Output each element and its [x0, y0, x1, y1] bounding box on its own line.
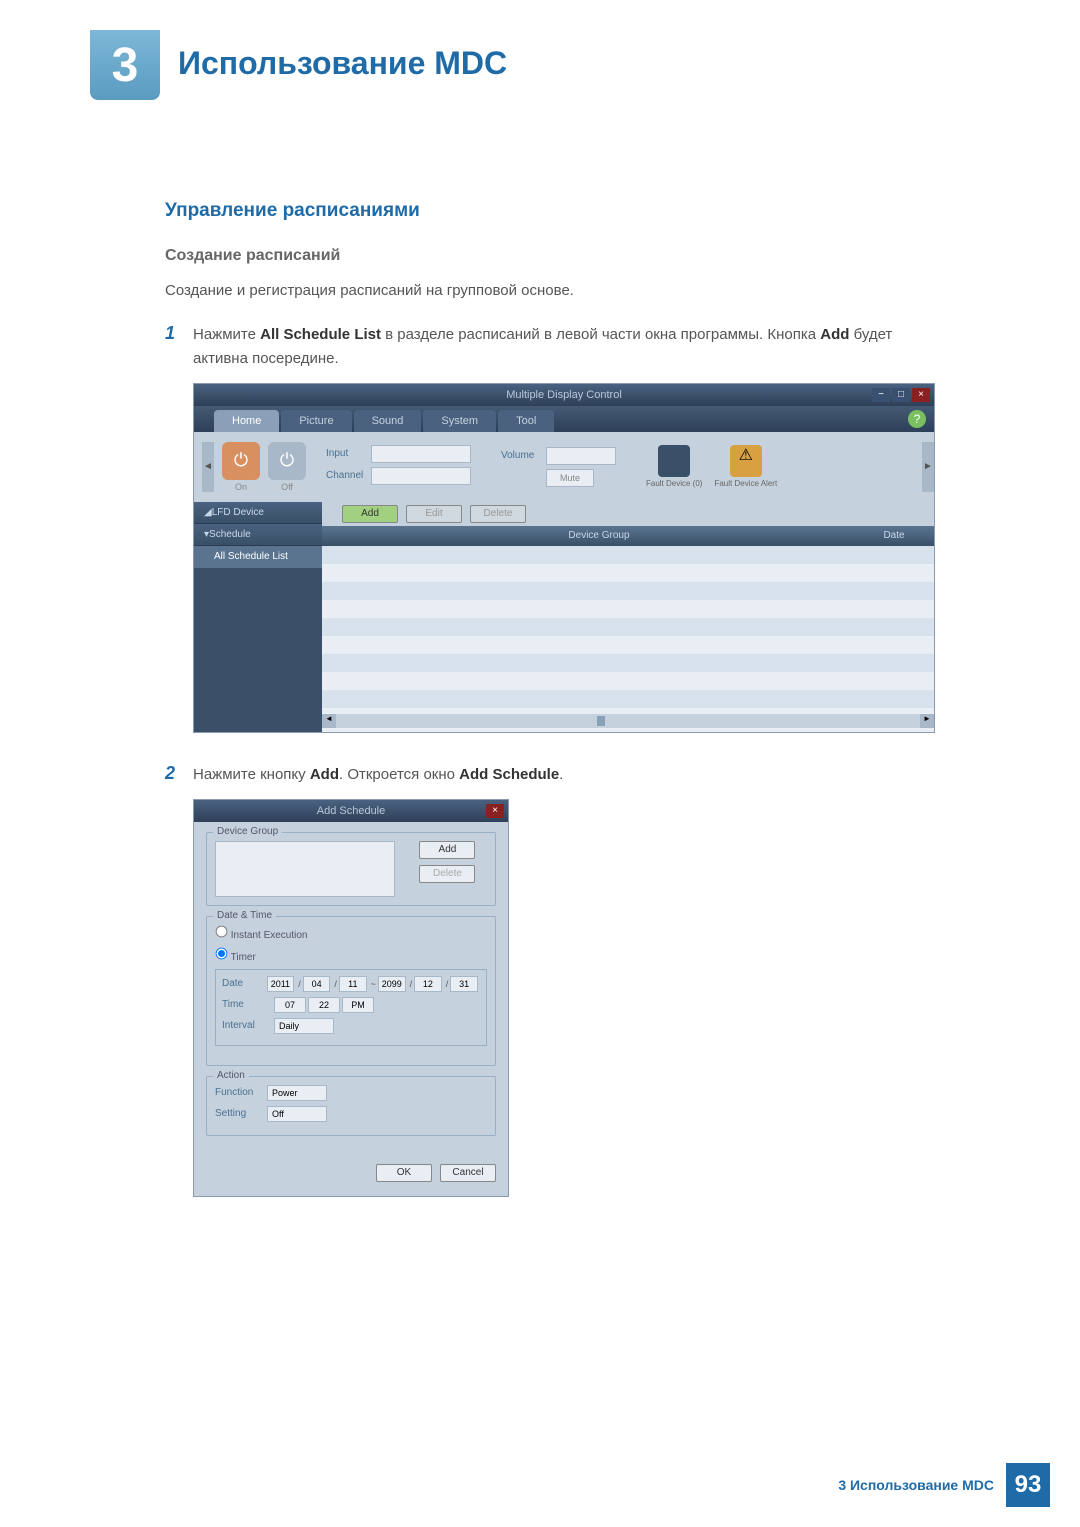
table-row[interactable] [322, 672, 934, 690]
window-title: Multiple Display Control [506, 389, 622, 401]
fault-device-icon[interactable] [658, 445, 690, 477]
step-number-1: 1 [165, 323, 193, 371]
fault-alert-label: Fault Device Alert [714, 479, 777, 488]
fault-device-label: Fault Device (0) [646, 479, 702, 488]
volume-slider[interactable] [546, 447, 616, 465]
time-ampm[interactable]: PM [342, 997, 374, 1013]
cancel-button[interactable]: Cancel [440, 1164, 496, 1182]
step-number-2: 2 [165, 763, 193, 787]
device-group-add-button[interactable]: Add [419, 841, 475, 859]
delete-button[interactable]: Delete [470, 505, 526, 523]
table-row[interactable] [322, 564, 934, 582]
table-row[interactable] [322, 600, 934, 618]
dialog-title: Add Schedule [317, 805, 386, 817]
channel-spinner[interactable] [371, 467, 471, 485]
timer-label: Timer [231, 952, 256, 963]
date-year-to[interactable]: 2099 [378, 976, 406, 992]
ok-button[interactable]: OK [376, 1164, 432, 1182]
table-col-date: Date [854, 526, 934, 546]
input-label: Input [326, 448, 371, 459]
date-day-to[interactable]: 31 [450, 976, 478, 992]
tab-system[interactable]: System [423, 410, 496, 432]
tab-picture[interactable]: Picture [281, 410, 351, 432]
time-hour[interactable]: 07 [274, 997, 306, 1013]
table-row[interactable] [322, 636, 934, 654]
step-1-text: Нажмите All Schedule List в разделе расп… [193, 323, 950, 371]
screenshot-add-schedule: Add Schedule × Device Group Add Delete D… [193, 799, 509, 1197]
device-group-label: Device Group [213, 826, 282, 837]
maximize-button[interactable]: □ [892, 388, 910, 402]
date-year-from[interactable]: 2011 [267, 976, 295, 992]
time-label: Time [222, 999, 274, 1010]
nav-left-arrow[interactable]: ◄ [202, 442, 214, 492]
scroll-left-arrow[interactable]: ◄ [322, 714, 336, 728]
table-row[interactable] [322, 618, 934, 636]
add-button[interactable]: Add [342, 505, 398, 523]
close-button[interactable]: × [912, 388, 930, 402]
scroll-thumb[interactable] [597, 716, 605, 726]
input-dropdown[interactable] [371, 445, 471, 463]
table-row[interactable] [322, 690, 934, 708]
tab-home[interactable]: Home [214, 410, 279, 432]
device-group-delete-button[interactable]: Delete [419, 865, 475, 883]
tab-sound[interactable]: Sound [354, 410, 422, 432]
interval-select[interactable]: Daily [274, 1018, 334, 1034]
help-icon[interactable]: ? [908, 410, 926, 428]
mute-button[interactable]: Mute [546, 469, 594, 487]
interval-label: Interval [222, 1020, 274, 1031]
edit-button[interactable]: Edit [406, 505, 462, 523]
power-off-button[interactable]: ⏻ [268, 442, 306, 480]
screenshot-mdc-main: Multiple Display Control − □ × Home Pict… [193, 383, 935, 733]
table-row[interactable] [322, 582, 934, 600]
power-off-label: Off [268, 482, 306, 492]
table-col-device-group: Device Group [344, 526, 854, 546]
intro-text: Создание и регистрация расписаний на гру… [165, 280, 950, 303]
setting-label: Setting [215, 1108, 267, 1119]
function-select[interactable]: Power [267, 1085, 327, 1101]
schedule-table-body [322, 546, 934, 714]
sidebar-all-schedule-list[interactable]: All Schedule List [194, 546, 322, 568]
nav-right-arrow[interactable]: ► [922, 442, 934, 492]
date-month-from[interactable]: 04 [303, 976, 331, 992]
instant-execution-label: Instant Execution [231, 930, 308, 941]
table-row[interactable] [322, 546, 934, 564]
time-minute[interactable]: 22 [308, 997, 340, 1013]
chapter-number-badge: 3 [90, 30, 160, 100]
fault-alert-icon[interactable]: ⚠ [730, 445, 762, 477]
date-day-from[interactable]: 11 [339, 976, 367, 992]
tab-tool[interactable]: Tool [498, 410, 554, 432]
action-label: Action [213, 1070, 249, 1081]
device-group-list[interactable] [215, 841, 395, 897]
minimize-button[interactable]: − [872, 388, 890, 402]
page-number: 93 [1006, 1463, 1050, 1507]
date-time-label: Date & Time [213, 910, 276, 921]
sidebar-lfd-device[interactable]: ◢ LFD Device [194, 502, 322, 524]
chapter-title: Использование MDC [178, 45, 507, 82]
section-heading: Управление расписаниями [165, 200, 950, 222]
table-col-select [322, 526, 344, 546]
function-label: Function [215, 1087, 267, 1098]
dialog-close-button[interactable]: × [486, 804, 504, 818]
horizontal-scrollbar[interactable]: ◄ ► [322, 714, 934, 728]
subsection-heading: Создание расписаний [165, 247, 950, 265]
power-on-button[interactable]: ⏻ [222, 442, 260, 480]
sidebar-schedule[interactable]: ▾ Schedule [194, 524, 322, 546]
timer-radio[interactable] [216, 947, 228, 959]
table-row[interactable] [322, 654, 934, 672]
volume-label: Volume [501, 450, 546, 461]
footer-text: 3 Использование MDC [838, 1477, 994, 1493]
setting-select[interactable]: Off [267, 1106, 327, 1122]
scroll-right-arrow[interactable]: ► [920, 714, 934, 728]
date-month-to[interactable]: 12 [414, 976, 442, 992]
instant-execution-radio[interactable] [216, 925, 228, 937]
step-2-text: Нажмите кнопку Add. Откроется окно Add S… [193, 763, 563, 787]
power-on-label: On [222, 482, 260, 492]
channel-label: Channel [326, 470, 371, 481]
date-label: Date [222, 978, 267, 989]
